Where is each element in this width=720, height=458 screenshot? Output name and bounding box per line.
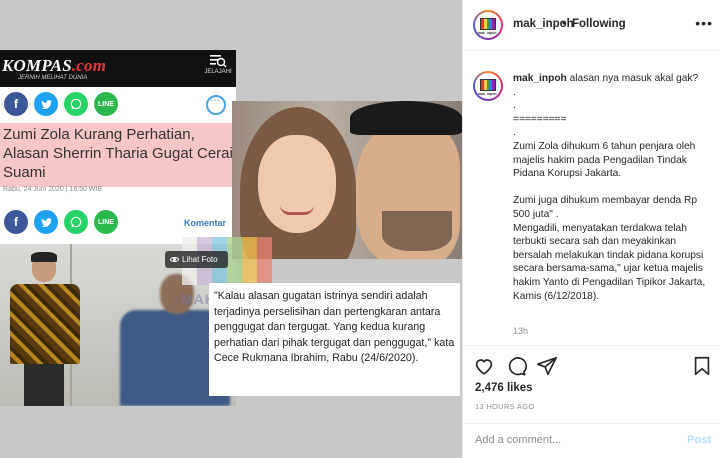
facebook-icon: f: [4, 210, 28, 234]
likes-count[interactable]: 2,476 likes: [475, 382, 533, 394]
caption-section: mak_inpoh mak_inpoh alasan nya masuk aka…: [463, 52, 720, 344]
more-dots-icon[interactable]: •••: [695, 15, 713, 31]
menu-search-icon: [210, 55, 227, 68]
line-icon: LINE: [94, 92, 118, 116]
heart-icon[interactable]: [473, 355, 495, 377]
post-image[interactable]: KOMPAS.com JERNIH MELIHAT DUNIA JELAJAHI…: [0, 0, 462, 458]
komentar-link: Komentar: [183, 218, 226, 228]
caption-time: 13h: [513, 326, 529, 336]
kompas-tagline: JERNIH MELIHAT DUNIA: [18, 75, 88, 81]
line-icon: LINE: [94, 210, 118, 234]
post-side-panel: mak_inpoh mak_inpoh • Following ••• mak_…: [462, 0, 720, 458]
comment-input[interactable]: Add a comment...: [475, 434, 561, 446]
caption-text: mak_inpoh alasan nya masuk akal gak? . .…: [513, 72, 709, 303]
watermark-stripe: [227, 237, 242, 285]
bookmark-icon[interactable]: [691, 355, 713, 377]
eye-icon: [170, 257, 179, 262]
kompas-logo: KOMPAS.com: [2, 56, 107, 75]
comment-bar: Add a comment... Post: [463, 423, 720, 458]
action-bar: 2,476 likes 13 HOURS AGO: [463, 345, 720, 417]
twitter-icon: [34, 92, 58, 116]
whatsapp-icon: [64, 210, 88, 234]
caption-username[interactable]: mak_inpoh: [513, 73, 567, 84]
avatar[interactable]: mak_inpoh: [473, 71, 503, 101]
share-icon[interactable]: [536, 355, 558, 377]
share-row-bottom: f LINE: [4, 210, 118, 234]
facebook-icon: f: [4, 92, 28, 116]
watermark-stripe: [257, 237, 272, 285]
jelajahi-menu: JELAJAHI: [203, 53, 233, 75]
tv-logo-icon: [480, 79, 496, 91]
caption-body: alasan nya masuk akal gak? . . =========…: [513, 73, 706, 302]
whatsapp-icon: [64, 92, 88, 116]
lihat-foto-button: Lihat Foto: [165, 251, 228, 268]
header-separator: •: [562, 18, 567, 30]
post-timestamp: 13 HOURS AGO: [475, 402, 535, 411]
quote-text: "Kalau alasan gugatan istrinya sendiri a…: [209, 283, 460, 396]
avatar[interactable]: mak_inpoh: [473, 10, 503, 40]
couple-photo: [232, 101, 462, 259]
article-headline: Zumi Zola Kurang Perhatian, Alasan Sherr…: [0, 123, 236, 187]
share-row-top: f LINE: [4, 92, 118, 116]
comment-icon[interactable]: [505, 355, 527, 377]
comment-bubble-icon: [206, 95, 226, 115]
article-dateline: Rabu, 24 Juni 2020 | 16:50 WIB: [3, 186, 103, 193]
tv-logo-icon: [480, 18, 496, 30]
kompas-header: KOMPAS.com JERNIH MELIHAT DUNIA JELAJAHI: [0, 50, 236, 87]
news-screenshot: KOMPAS.com JERNIH MELIHAT DUNIA JELAJAHI…: [0, 50, 236, 406]
man-in-batik: [6, 252, 80, 406]
watermark-stripe: [242, 237, 257, 285]
following-button[interactable]: Following: [572, 18, 626, 30]
post-button[interactable]: Post: [687, 434, 711, 446]
post-header: mak_inpoh mak_inpoh • Following •••: [463, 0, 720, 51]
twitter-icon: [34, 210, 58, 234]
